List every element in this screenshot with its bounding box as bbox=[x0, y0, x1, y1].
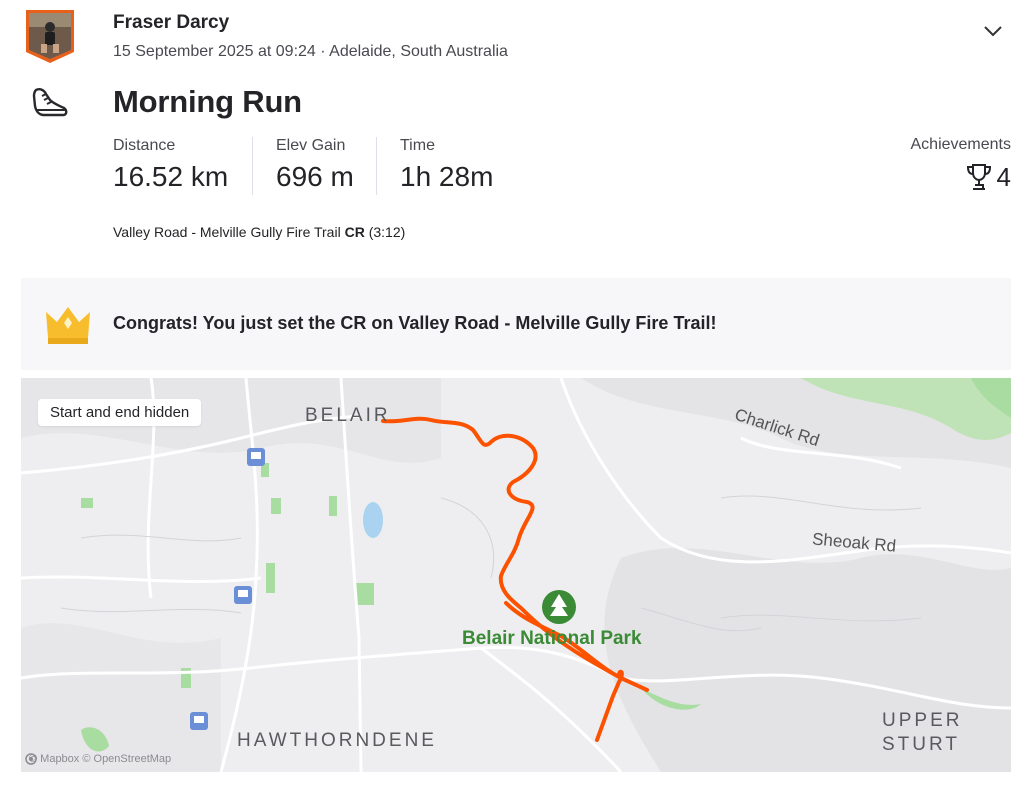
achievements-label: Achievements bbox=[910, 136, 1012, 153]
segment-time: (3:12) bbox=[368, 224, 406, 240]
cr-congrats-banner: Congrats! You just set the CR on Valley … bbox=[21, 278, 1011, 370]
place-label-upper: UPPER bbox=[882, 710, 963, 731]
route-map[interactable]: Start and end hidden BELAIR HAWTHORNDENE… bbox=[21, 378, 1011, 772]
route-line bbox=[381, 416, 649, 742]
train-station-icon bbox=[190, 712, 208, 730]
activity-title: Morning Run bbox=[113, 84, 302, 119]
banner-message: Congrats! You just set the CR on Valley … bbox=[113, 313, 717, 333]
attribution-text: © Mapbox © OpenStreetMap bbox=[29, 753, 172, 765]
start-end-hidden-badge: Start and end hidden bbox=[38, 399, 202, 426]
activity-date-location: 15 September 2025 at 09:24 · Adelaide, S… bbox=[113, 43, 508, 60]
stat-label: Distance bbox=[113, 137, 176, 154]
place-label-hawthorndene: HAWTHORNDENE bbox=[237, 730, 437, 751]
stat-label: Time bbox=[400, 137, 435, 154]
running-shoe-icon bbox=[30, 84, 70, 120]
achievements-count[interactable]: 4 bbox=[950, 160, 1011, 194]
segment-name: Valley Road - Melville Gully Fire Trail bbox=[113, 224, 341, 240]
athlete-avatar[interactable] bbox=[24, 8, 76, 64]
crown-icon bbox=[45, 304, 91, 346]
map-canvas bbox=[21, 378, 1011, 772]
trophy-icon bbox=[965, 162, 993, 192]
map-attribution[interactable]: © Mapbox © OpenStreetMap bbox=[25, 753, 171, 765]
stat-value: 1h 28m bbox=[400, 161, 494, 192]
place-label-sturt: STURT bbox=[882, 734, 960, 755]
train-station-icon bbox=[234, 586, 252, 604]
stat-divider bbox=[376, 137, 377, 195]
stat-time: Time 1h 28m bbox=[400, 137, 493, 193]
park-label: Belair National Park bbox=[462, 628, 642, 649]
segment-summary[interactable]: Valley Road - Melville Gully Fire Trail … bbox=[113, 224, 405, 240]
stat-divider bbox=[252, 137, 253, 195]
stat-label: Elev Gain bbox=[276, 137, 346, 154]
athlete-name[interactable]: Fraser Darcy bbox=[113, 12, 229, 34]
place-label-belair: BELAIR bbox=[305, 405, 391, 426]
stat-distance: Distance 16.52 km bbox=[113, 137, 228, 193]
stat-elev-gain: Elev Gain 696 m bbox=[276, 137, 354, 193]
chevron-down-icon[interactable] bbox=[982, 22, 1004, 40]
stat-value: 696 m bbox=[276, 161, 354, 192]
stat-value: 16.52 km bbox=[113, 161, 229, 192]
achievements-number: 4 bbox=[996, 161, 1011, 192]
train-station-icon bbox=[247, 448, 265, 466]
cr-badge: CR bbox=[344, 224, 365, 240]
